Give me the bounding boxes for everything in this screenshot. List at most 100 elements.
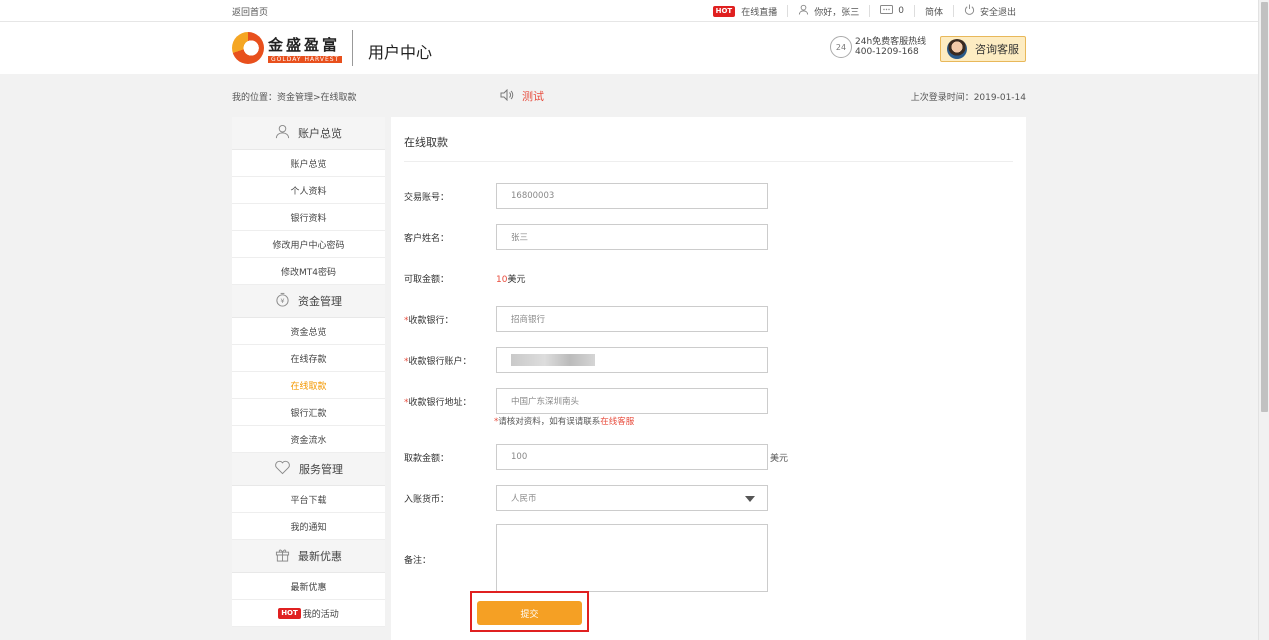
- sidebar-item-fund-flow[interactable]: 资金流水: [232, 426, 385, 453]
- back-home-link[interactable]: 返回首页: [232, 5, 268, 18]
- logout-link[interactable]: 安全退出: [952, 4, 1026, 18]
- page-scrollbar[interactable]: [1258, 0, 1269, 640]
- bank-address-value: 中国广东深圳南头: [511, 397, 580, 407]
- masked-account-number: [511, 354, 595, 366]
- name-input[interactable]: 张三: [496, 224, 768, 250]
- notice-text[interactable]: 测试: [522, 88, 544, 104]
- remark-textarea[interactable]: [496, 524, 768, 592]
- sidebar-item-change-mt4-password[interactable]: 修改MT4密码: [232, 258, 385, 285]
- language-switch[interactable]: 简体: [913, 5, 953, 18]
- notice: 测试: [500, 88, 544, 104]
- verify-hint: *请核对资料，如有误请联系在线客服: [494, 415, 634, 427]
- sidebar-item-withdraw[interactable]: 在线取款: [232, 372, 385, 399]
- bank-input[interactable]: 招商银行: [496, 306, 768, 332]
- sidebar-item-label: 我的活动: [302, 609, 339, 620]
- sidebar-group-funds[interactable]: ¥ 资金管理: [232, 285, 385, 318]
- name-label: 客户姓名：: [404, 234, 450, 244]
- sidebar-group-label: 服务管理: [299, 463, 343, 476]
- gift-icon: [275, 547, 290, 566]
- greeting-text: 你好，张三: [814, 7, 860, 18]
- user-greeting[interactable]: 你好，张三: [787, 4, 869, 18]
- sidebar-item-account-overview[interactable]: 账户总览: [232, 150, 385, 177]
- bank-label-text: 收款银行：: [408, 316, 454, 326]
- sidebar-item-latest-promotions[interactable]: 最新优惠: [232, 573, 385, 600]
- live-link[interactable]: HOT 在线直播: [703, 5, 788, 18]
- panel-title: 在线取款: [404, 136, 448, 149]
- sidebar-item-my-activities[interactable]: HOT 我的活动: [232, 600, 385, 627]
- account-input[interactable]: 16800003: [496, 183, 768, 209]
- remark-label: 备注：: [404, 556, 432, 566]
- sidebar-group-label: 账户总览: [298, 127, 342, 140]
- withdraw-panel: 在线取款 交易账号： 16800003 客户姓名： 张三 可取金额： 10美元 …: [391, 117, 1026, 640]
- location-bar: 我的位置：资金管理>在线取款 测试 上次登录时间：2019-01-14: [232, 88, 1026, 104]
- available-label: 可取金额：: [404, 275, 450, 285]
- logo-text: 金盛盈富 GOLDAY HARVEST: [268, 34, 343, 63]
- consult-label: 咨询客服: [975, 43, 1019, 56]
- bank-account-label: *收款银行账户：: [404, 354, 472, 367]
- sidebar-item-bank-info[interactable]: 银行资料: [232, 204, 385, 231]
- available-value: 10: [496, 275, 508, 285]
- sidebar-item-funds-overview[interactable]: 资金总览: [232, 318, 385, 345]
- bank-label: *收款银行：: [404, 313, 454, 326]
- available-unit: 美元: [507, 275, 526, 285]
- withdraw-amount-label: 取款金额：: [404, 454, 450, 464]
- speaker-icon: [500, 88, 514, 104]
- account-label: 交易账号：: [404, 193, 450, 203]
- withdraw-amount-value: 100: [511, 452, 528, 462]
- last-login: 上次登录时间：2019-01-14: [910, 93, 1026, 103]
- site-header: 金盛盈富 GOLDAY HARVEST 用户中心 24 24h免费客服热线 40…: [0, 22, 1258, 74]
- sidebar-group-account[interactable]: 账户总览: [232, 117, 385, 150]
- top-bar: 返回首页 HOT 在线直播 你好，张三 0 简体 安全退出: [0, 0, 1258, 22]
- hotline-text: 24h免费客服热线 400-1209-168: [855, 37, 926, 57]
- withdraw-amount-input[interactable]: 100: [496, 444, 768, 470]
- currency-select[interactable]: 人民币: [496, 485, 768, 511]
- scrollbar-thumb[interactable]: [1261, 2, 1268, 412]
- consult-service-button[interactable]: 咨询客服: [940, 36, 1026, 62]
- withdraw-unit: 美元: [770, 454, 789, 464]
- phone-icon: 24: [830, 36, 852, 58]
- breadcrumb: 我的位置：资金管理>在线取款: [232, 93, 357, 103]
- sidebar-item-platform-download[interactable]: 平台下载: [232, 486, 385, 513]
- brand-logo[interactable]: 金盛盈富 GOLDAY HARVEST: [232, 28, 352, 68]
- account-value: 16800003: [511, 191, 555, 201]
- logout-label: 安全退出: [979, 7, 1016, 18]
- logo-mark-icon: [232, 32, 264, 64]
- language-label: 简体: [924, 7, 943, 18]
- sidebar-group-promotions[interactable]: 最新优惠: [232, 540, 385, 573]
- hot-badge: HOT: [278, 607, 301, 619]
- hotline: 24 24h免费客服热线 400-1209-168: [830, 36, 926, 58]
- sidebar-item-my-notices[interactable]: 我的通知: [232, 513, 385, 540]
- currency-value: 人民币: [511, 494, 537, 504]
- bank-value: 招商银行: [511, 315, 546, 325]
- power-icon: [964, 4, 975, 18]
- top-bar-right: HOT 在线直播 你好，张三 0 简体 安全退出: [703, 0, 1026, 22]
- hotline-number: 400-1209-168: [855, 47, 919, 57]
- sidebar-group-label: 资金管理: [298, 295, 342, 308]
- messages-link[interactable]: 0: [869, 4, 914, 18]
- sidebar-item-profile[interactable]: 个人资料: [232, 177, 385, 204]
- sidebar-item-change-password[interactable]: 修改用户中心密码: [232, 231, 385, 258]
- live-label: 在线直播: [741, 7, 778, 18]
- name-value: 张三: [511, 233, 529, 243]
- message-count: 0: [898, 6, 904, 16]
- divider: [404, 161, 1013, 162]
- online-service-link[interactable]: 在线客服: [600, 417, 634, 427]
- available-amount: 10美元: [496, 272, 525, 285]
- money-icon: ¥: [275, 292, 290, 311]
- bank-account-input[interactable]: [496, 347, 768, 373]
- user-icon: [275, 124, 290, 143]
- heart-icon: [274, 460, 291, 479]
- bank-address-label: *收款银行地址：: [404, 395, 472, 408]
- bank-address-label-text: 收款银行地址：: [408, 398, 472, 408]
- bank-address-input[interactable]: 中国广东深圳南头: [496, 388, 768, 414]
- sidebar-item-bank-transfer[interactable]: 银行汇款: [232, 399, 385, 426]
- submit-button[interactable]: 提交: [477, 601, 582, 625]
- sidebar-group-service[interactable]: 服务管理: [232, 453, 385, 486]
- message-icon: [880, 4, 894, 18]
- bank-account-label-text: 收款银行账户：: [408, 357, 472, 367]
- sidebar-group-label: 最新优惠: [298, 550, 342, 563]
- hot-badge: HOT: [712, 5, 736, 17]
- submit-highlight: 提交: [470, 591, 589, 632]
- sidebar-item-deposit[interactable]: 在线存款: [232, 345, 385, 372]
- hotline-label: 24h免费客服热线: [855, 37, 927, 47]
